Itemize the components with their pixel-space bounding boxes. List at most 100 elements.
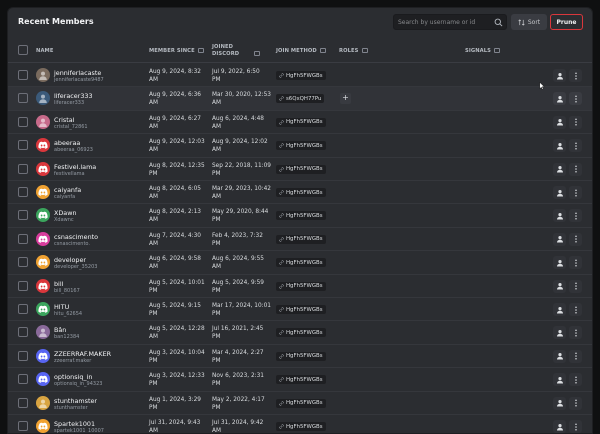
join-method-badge[interactable]: HgFh5FWGBs <box>276 305 326 314</box>
more-options-button[interactable] <box>569 326 582 340</box>
row-checkbox[interactable] <box>18 210 28 221</box>
member-name[interactable]: XDawn <box>54 209 77 217</box>
member-name[interactable]: Cristal <box>54 116 74 124</box>
prune-button[interactable]: Prune <box>550 14 583 30</box>
column-roles[interactable]: ROLES <box>339 48 368 55</box>
avatar[interactable] <box>36 302 50 316</box>
table-row[interactable]: HITU hitu_62654 Aug 5, 2024, 9:15 PM Mar 17,… <box>8 298 592 322</box>
view-profile-button[interactable] <box>553 326 566 340</box>
avatar[interactable] <box>36 91 50 106</box>
more-options-button[interactable] <box>569 256 582 270</box>
table-row[interactable]: caiyanfa caiyanfa Aug 8, 2024, 6:05 AM Mar 2… <box>8 181 592 205</box>
column-joined-discord[interactable]: JOINED DISCORD <box>212 44 261 58</box>
join-method-badge[interactable]: HgFh5FWGBs <box>276 328 326 338</box>
more-options-button[interactable] <box>569 162 582 176</box>
view-profile-button[interactable] <box>553 279 566 293</box>
join-method-badge[interactable]: HgFh5FWGBs <box>276 234 326 244</box>
more-options-button[interactable] <box>569 396 582 410</box>
row-checkbox[interactable] <box>18 233 28 244</box>
row-checkbox[interactable] <box>18 257 28 268</box>
avatar[interactable] <box>36 255 50 270</box>
filter-icon[interactable] <box>494 48 501 53</box>
view-profile-button[interactable] <box>553 373 566 387</box>
table-row[interactable]: stunthamster stunthamster Aug 1, 2024, 3:2… <box>8 392 592 415</box>
more-options-button[interactable] <box>569 92 582 106</box>
join-method-badge[interactable]: HgFh5FWGBs <box>276 141 326 151</box>
avatar[interactable] <box>36 138 50 153</box>
avatar[interactable] <box>36 325 50 340</box>
table-row[interactable]: Bân ban12384 Aug 5, 2024, 12:28 AM Jul 16, 2… <box>8 321 592 345</box>
member-name[interactable]: liferacer333 <box>54 92 93 100</box>
table-row[interactable]: Festivel.lama festivellama Aug 8, 2024, 12… <box>8 158 592 181</box>
member-name[interactable]: Spartek1001 <box>54 420 95 428</box>
join-method-badge[interactable]: HgFh5FWGBs <box>276 258 326 268</box>
more-options-button[interactable] <box>569 279 582 293</box>
more-options-button[interactable] <box>569 209 582 223</box>
table-row[interactable]: XDawn Xdawnc Aug 8, 2024, 2:13 AM May 29, 20… <box>8 204 592 228</box>
join-method-badge[interactable]: s6QxQH77Pu <box>276 94 325 104</box>
member-name[interactable]: ZZEERRAF.MAKER <box>54 350 111 358</box>
member-name[interactable]: developer <box>54 256 86 264</box>
more-options-button[interactable] <box>569 420 582 433</box>
row-checkbox[interactable] <box>18 280 28 291</box>
table-row[interactable]: Cristal cristal_72861 Aug 9, 2024, 6:27 AM A… <box>8 111 592 135</box>
join-method-badge[interactable]: HgFh5FWGBs <box>276 117 326 127</box>
join-method-badge[interactable]: HgFh5FWGBs <box>276 281 326 291</box>
view-profile-button[interactable] <box>553 162 566 176</box>
join-method-badge[interactable]: HgFh5FWGBs <box>276 164 326 174</box>
member-name[interactable]: Bân <box>54 326 66 334</box>
table-row[interactable]: abeeraa abeeraa_06923 Aug 9, 2024, 12:03 AM… <box>8 134 592 158</box>
more-options-button[interactable] <box>569 69 582 82</box>
search-box[interactable] <box>393 14 507 30</box>
row-checkbox[interactable] <box>18 116 28 127</box>
view-profile-button[interactable] <box>553 420 566 433</box>
select-all-checkbox[interactable] <box>18 45 28 55</box>
view-profile-button[interactable] <box>553 69 566 82</box>
member-name[interactable]: bill <box>54 280 63 288</box>
search-input[interactable] <box>398 16 493 29</box>
join-method-badge[interactable]: HgFh5FWGBs <box>276 71 326 80</box>
avatar[interactable] <box>36 372 50 387</box>
table-row[interactable]: csnascimento csnascimento. Aug 7, 2024, 4:… <box>8 228 592 252</box>
view-profile-button[interactable] <box>553 209 566 223</box>
row-checkbox[interactable] <box>18 140 28 151</box>
column-signals[interactable]: SIGNALS <box>465 48 501 55</box>
view-profile-button[interactable] <box>553 92 566 106</box>
more-options-button[interactable] <box>569 186 582 199</box>
table-row[interactable]: optionsiq_in optionsiq_in_94323 Aug 3, 202… <box>8 368 592 392</box>
join-method-badge[interactable]: HgFh5FWGBs <box>276 375 326 385</box>
row-checkbox[interactable] <box>18 327 28 338</box>
view-profile-button[interactable] <box>553 139 566 153</box>
view-profile-button[interactable] <box>553 115 566 129</box>
view-profile-button[interactable] <box>553 186 566 199</box>
avatar[interactable] <box>36 68 50 82</box>
avatar[interactable] <box>36 185 50 199</box>
more-options-button[interactable] <box>569 303 582 316</box>
table-row[interactable]: liferacer333 liferacer333 Aug 9, 2024, 6:3… <box>8 87 592 111</box>
row-checkbox[interactable] <box>18 421 28 431</box>
member-name[interactable]: caiyanfa <box>54 186 81 194</box>
more-options-button[interactable] <box>569 349 582 363</box>
filter-icon[interactable] <box>361 48 368 53</box>
row-checkbox[interactable] <box>18 374 28 385</box>
table-row[interactable]: Spartek1001 spartek1001_10007 Jul 31, 2024… <box>8 415 592 433</box>
avatar[interactable] <box>36 161 50 176</box>
avatar[interactable] <box>36 208 50 223</box>
row-checkbox[interactable] <box>18 70 28 80</box>
filter-icon[interactable] <box>197 48 204 53</box>
member-name[interactable]: HITU <box>54 303 69 311</box>
more-options-button[interactable] <box>569 373 582 387</box>
column-join-method[interactable]: JOIN METHOD <box>276 48 326 55</box>
member-name[interactable]: abeeraa <box>54 139 80 147</box>
avatar[interactable] <box>36 114 50 129</box>
search-icon[interactable] <box>494 18 503 27</box>
table-row[interactable]: ZZEERRAF.MAKER zzeerraf.maker Aug 3, 2024,… <box>8 345 592 369</box>
table-row[interactable]: bill bill_80167 Aug 5, 2024, 10:01 PM Aug 5,… <box>8 275 592 298</box>
add-role-button[interactable]: + <box>340 93 351 105</box>
table-row[interactable]: jenniferlacaste jenniferlacaste9487 Aug 9,… <box>8 64 592 88</box>
view-profile-button[interactable] <box>553 256 566 270</box>
table-row[interactable]: developer developer_35203 Aug 6, 2024, 9:5… <box>8 251 592 275</box>
avatar[interactable] <box>36 395 50 410</box>
join-method-badge[interactable]: HgFh5FWGBs <box>276 398 326 408</box>
member-name[interactable]: jenniferlacaste <box>54 69 101 77</box>
